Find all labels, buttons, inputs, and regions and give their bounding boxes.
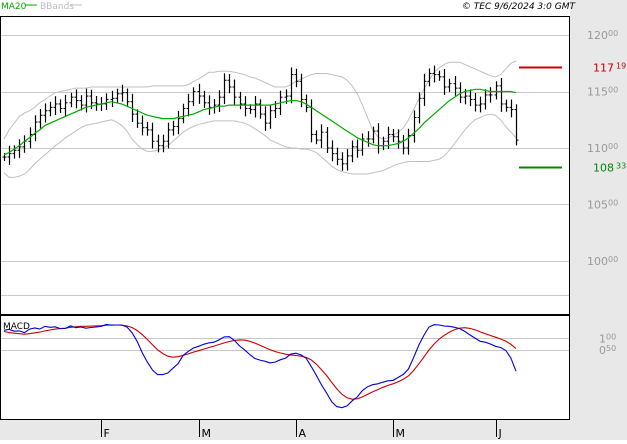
bbands-legend-label: BBands (40, 2, 74, 12)
x-tick-label: J (498, 427, 502, 440)
axis-shade-bottom (0, 420, 627, 440)
copyright-label: © TEC 9/6/2024 3:0 GMT (462, 2, 577, 12)
price-panel (0, 16, 570, 315)
ma20-legend-label: MA20 (1, 2, 27, 12)
x-tick-label: A (299, 427, 307, 440)
stock-chart: 12000 11500 11000 10500 10000 100 050 F M A M J 117 1… (0, 0, 627, 440)
x-tick-label: M (396, 427, 406, 440)
macd-panel (0, 316, 570, 420)
chart-canvas: 1200011500110001050010000100050F M A M J117 1… (0, 0, 627, 440)
macd-title: MACD (3, 322, 30, 332)
x-tick-label: M (202, 427, 212, 440)
x-tick-label: F (104, 427, 110, 440)
